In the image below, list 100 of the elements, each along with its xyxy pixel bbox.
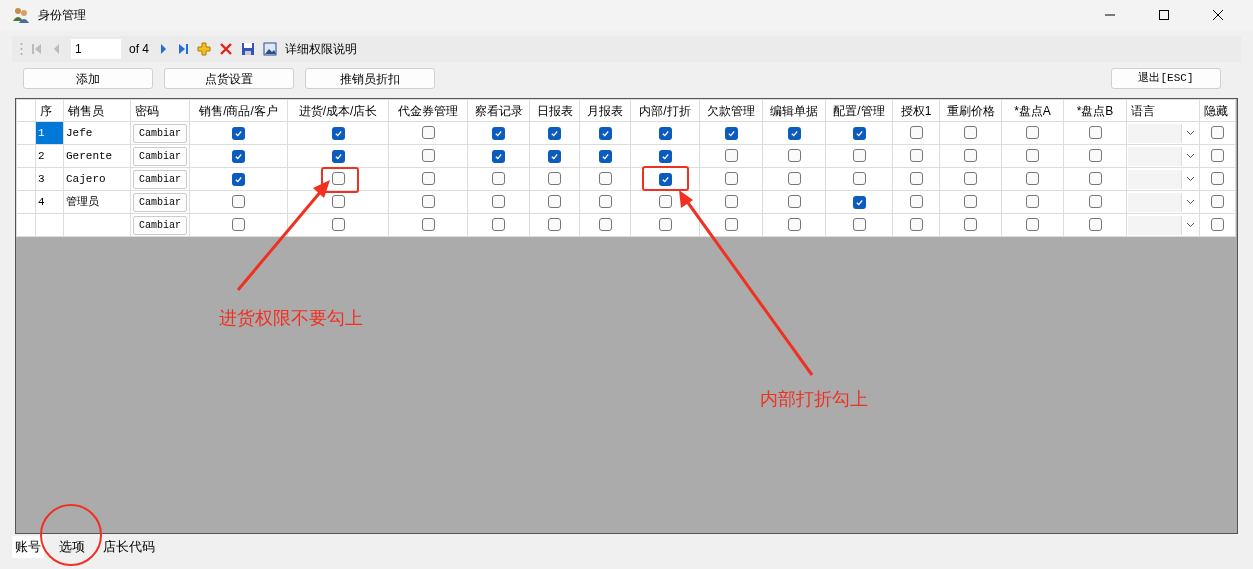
- checkbox[interactable]: [331, 171, 345, 185]
- checkbox[interactable]: [1211, 217, 1224, 231]
- last-page-icon[interactable]: [177, 43, 189, 55]
- checkbox[interactable]: [598, 194, 612, 208]
- checked-checkbox[interactable]: [232, 172, 245, 186]
- column-header[interactable]: 语言: [1126, 99, 1200, 122]
- checkbox[interactable]: [787, 148, 801, 162]
- checked-checkbox[interactable]: [724, 126, 738, 140]
- checkbox[interactable]: [852, 217, 866, 231]
- checkbox[interactable]: [964, 125, 977, 139]
- checked-checkbox[interactable]: [232, 126, 245, 140]
- column-header[interactable]: 重刷价格: [939, 99, 1002, 122]
- checkbox[interactable]: [1026, 217, 1039, 231]
- checkbox[interactable]: [421, 171, 435, 185]
- checkbox[interactable]: [421, 125, 435, 139]
- checkbox[interactable]: [1211, 194, 1224, 208]
- column-header[interactable]: *盘点B: [1063, 99, 1127, 122]
- checked-checkbox[interactable]: [658, 172, 672, 186]
- checkbox[interactable]: [492, 171, 505, 185]
- column-header[interactable]: *盘点A: [1001, 99, 1064, 122]
- column-header[interactable]: 隐藏: [1199, 99, 1236, 122]
- tab[interactable]: 账号: [12, 536, 44, 558]
- grip-icon[interactable]: [20, 42, 23, 56]
- checkbox[interactable]: [421, 194, 435, 208]
- delete-icon[interactable]: [219, 42, 233, 56]
- exit-button[interactable]: 退出[ESC]: [1111, 68, 1221, 89]
- checkbox[interactable]: [421, 217, 435, 231]
- checkbox[interactable]: [787, 171, 801, 185]
- change-password-button[interactable]: Cambiar: [133, 147, 187, 166]
- permission-help-link[interactable]: 详细权限说明: [285, 40, 357, 58]
- column-header[interactable]: 欠款管理: [699, 99, 763, 122]
- column-header[interactable]: 编辑单据: [762, 99, 826, 122]
- page-number-field[interactable]: 1: [71, 39, 121, 59]
- checkbox[interactable]: [658, 217, 672, 231]
- checked-checkbox[interactable]: [548, 126, 561, 140]
- checked-checkbox[interactable]: [331, 126, 345, 140]
- checked-checkbox[interactable]: [232, 149, 245, 163]
- checkbox[interactable]: [909, 125, 923, 139]
- checked-checkbox[interactable]: [598, 126, 612, 140]
- checked-checkbox[interactable]: [548, 149, 561, 163]
- checkbox[interactable]: [852, 171, 866, 185]
- change-password-button[interactable]: Cambiar: [133, 170, 187, 189]
- checkbox[interactable]: [724, 217, 738, 231]
- checkbox[interactable]: [598, 217, 612, 231]
- checked-checkbox[interactable]: [492, 126, 505, 140]
- checkbox[interactable]: [1088, 194, 1102, 208]
- checkbox[interactable]: [909, 148, 923, 162]
- column-header[interactable]: 内部/打折: [630, 99, 700, 122]
- checkbox[interactable]: [232, 194, 245, 208]
- action-button[interactable]: 添加: [23, 68, 153, 89]
- column-header[interactable]: 月报表: [579, 99, 631, 122]
- column-header[interactable]: 配置/管理: [825, 99, 893, 122]
- checkbox[interactable]: [909, 194, 923, 208]
- checked-checkbox[interactable]: [598, 149, 612, 163]
- checked-checkbox[interactable]: [852, 126, 866, 140]
- column-header[interactable]: 销售/商品/客户: [189, 99, 288, 122]
- action-button[interactable]: 点货设置: [164, 68, 294, 89]
- checkbox[interactable]: [787, 217, 801, 231]
- checkbox[interactable]: [548, 194, 561, 208]
- checkbox[interactable]: [492, 194, 505, 208]
- checkbox[interactable]: [724, 194, 738, 208]
- checkbox[interactable]: [1088, 125, 1102, 139]
- checkbox[interactable]: [1026, 148, 1039, 162]
- checkbox[interactable]: [492, 217, 505, 231]
- column-header[interactable]: 进货/成本/店长: [287, 99, 389, 122]
- checkbox[interactable]: [548, 217, 561, 231]
- checkbox[interactable]: [1088, 148, 1102, 162]
- checked-checkbox[interactable]: [658, 126, 672, 140]
- checkbox[interactable]: [598, 171, 612, 185]
- checkbox[interactable]: [724, 148, 738, 162]
- change-password-button[interactable]: Cambiar: [133, 216, 187, 235]
- image-icon[interactable]: [263, 42, 277, 56]
- column-header[interactable]: 销售员: [63, 99, 131, 122]
- column-header[interactable]: 序: [35, 99, 64, 122]
- checkbox[interactable]: [964, 171, 977, 185]
- checkbox[interactable]: [1026, 125, 1039, 139]
- checkbox[interactable]: [331, 194, 345, 208]
- checkbox[interactable]: [1211, 125, 1224, 139]
- checkbox[interactable]: [232, 217, 245, 231]
- checkbox[interactable]: [909, 171, 923, 185]
- add-icon[interactable]: [197, 42, 211, 56]
- change-password-button[interactable]: Cambiar: [133, 124, 187, 143]
- save-icon[interactable]: [241, 42, 255, 56]
- checkbox[interactable]: [964, 194, 977, 208]
- checkbox[interactable]: [658, 194, 672, 208]
- checkbox[interactable]: [1088, 171, 1102, 185]
- checked-checkbox[interactable]: [658, 149, 672, 163]
- checked-checkbox[interactable]: [331, 149, 345, 163]
- checkbox[interactable]: [852, 148, 866, 162]
- checkbox[interactable]: [1211, 171, 1224, 185]
- column-header[interactable]: 日报表: [529, 99, 580, 122]
- column-header[interactable]: 授权1: [892, 99, 940, 122]
- checkbox[interactable]: [964, 217, 977, 231]
- checkbox[interactable]: [1088, 217, 1102, 231]
- action-button[interactable]: 推销员折扣: [305, 68, 435, 89]
- checkbox[interactable]: [421, 148, 435, 162]
- checked-checkbox[interactable]: [852, 195, 866, 209]
- column-header[interactable]: 代金券管理: [388, 99, 468, 122]
- column-header[interactable]: 密码: [130, 99, 190, 122]
- checkbox[interactable]: [787, 194, 801, 208]
